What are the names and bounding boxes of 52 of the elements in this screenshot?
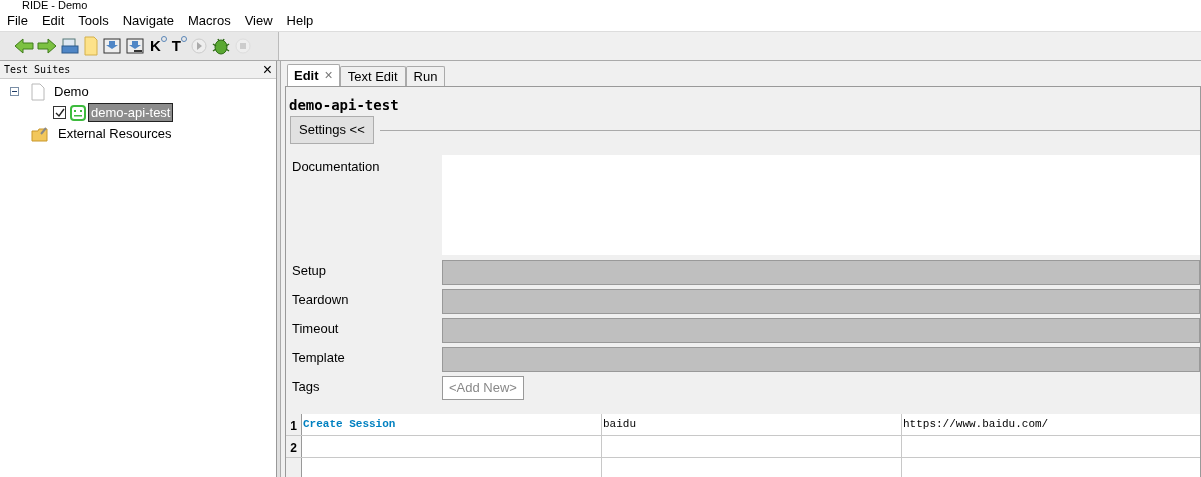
robot-icon [70,104,86,121]
table-cell[interactable] [302,436,602,457]
menu-item[interactable]: File [7,10,28,31]
table-cell[interactable]: https://www.baidu.com/ [902,414,1200,435]
setting-label: Timeout [292,320,340,338]
menu-item[interactable]: Edit [41,10,65,31]
menu-item[interactable]: Navigate [122,10,175,31]
setting-label: Template [292,349,346,367]
setting-label: Tags [292,378,321,396]
save-all-icon[interactable] [125,37,145,55]
tab[interactable]: Edit × [287,64,340,86]
checkbox[interactable] [53,106,66,119]
setting-field[interactable] [442,260,1200,285]
setting-label: Teardown [292,291,350,309]
table-cell[interactable]: Create Session [302,414,602,435]
tree-item[interactable]: Demo [51,82,92,101]
table-cell[interactable] [602,458,902,477]
table-cell[interactable] [602,436,902,457]
tab[interactable]: Run [405,66,446,86]
back-arrow-icon[interactable] [14,37,34,55]
suite-title: demo-api-test [288,96,400,115]
menu-item[interactable]: Macros [188,10,231,31]
table-cell[interactable] [902,436,1200,457]
table-cell[interactable]: baidu [602,414,902,435]
documentation-field[interactable] [442,155,1200,255]
tab[interactable]: Text Edit [339,66,406,86]
folder-icon [31,125,49,142]
menu-item[interactable]: Help [286,10,314,31]
forward-arrow-icon[interactable] [37,37,57,55]
search-button[interactable]: K [148,34,167,58]
panel-title: Test Suites [4,63,71,77]
close-button[interactable]: × [262,61,272,78]
search-button[interactable]: T [169,34,187,58]
window-title: RIDE - Demo [21,0,88,10]
close-icon[interactable]: × [324,65,333,86]
open-icon[interactable] [60,37,80,55]
file-icon [31,82,45,101]
setting-label: Setup [292,262,327,280]
setting-field[interactable] [442,318,1200,343]
tree-item[interactable]: External Resources [55,124,175,143]
menu-item[interactable]: View [244,10,273,31]
menu-item[interactable]: Tools [78,10,109,31]
bug-icon[interactable] [211,36,231,56]
settings-button[interactable]: Settings << [290,116,374,144]
setting-label: Documentation [292,158,381,176]
collapse-toggle-icon[interactable] [10,87,19,96]
table-cell[interactable] [902,458,1200,477]
setting-field[interactable] [442,289,1200,314]
add-tag-button[interactable]: <Add New> [442,376,524,400]
row-header[interactable] [286,458,302,477]
table-cell[interactable] [302,458,602,477]
setting-field[interactable] [442,347,1200,372]
